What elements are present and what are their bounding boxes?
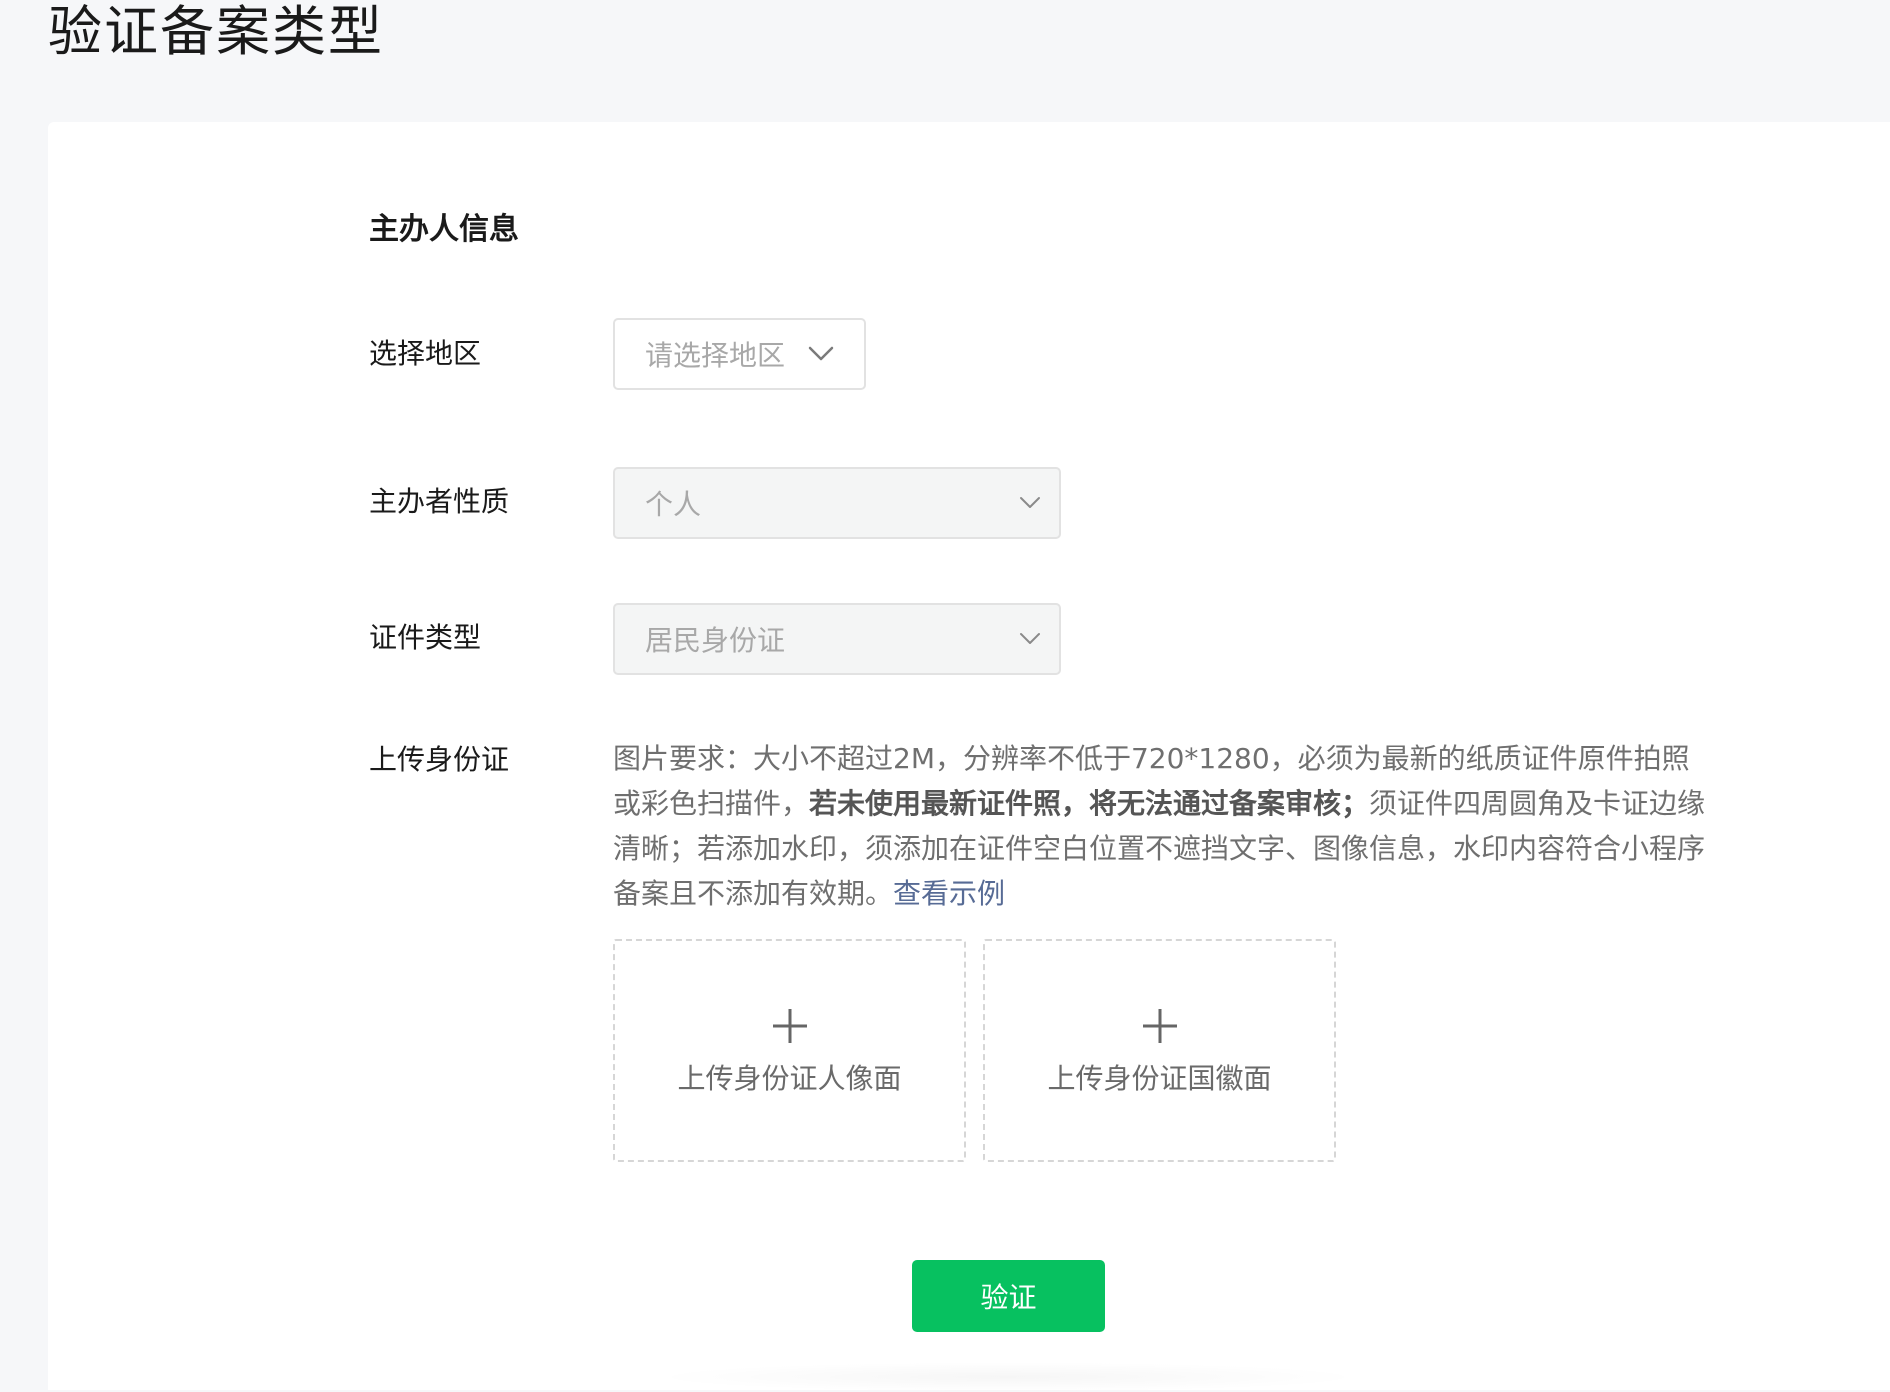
region-select[interactable]: 请选择地区 bbox=[613, 318, 866, 390]
upload-id-back-label: 上传身份证国徽面 bbox=[1047, 1062, 1272, 1095]
upload-requirements: 图片要求：大小不超过2M，分辨率不低于720*1280，必须为最新的纸质证件原件… bbox=[613, 736, 1713, 916]
form-card: 主办人信息 选择地区 请选择地区 主办者性质 个人 证件类型 居民身份证 上传身… bbox=[48, 122, 1890, 1392]
id-type-label: 证件类型 bbox=[369, 621, 482, 654]
bottom-shadow bbox=[648, 1362, 1368, 1392]
upload-id-front[interactable]: 上传身份证人像面 bbox=[613, 939, 966, 1162]
chevron-down-icon bbox=[1020, 633, 1040, 644]
chevron-down-icon bbox=[1020, 497, 1040, 508]
plus-icon bbox=[772, 1009, 807, 1043]
plus-icon bbox=[1142, 1009, 1177, 1043]
page-title: 验证备案类型 bbox=[48, 0, 384, 63]
organizer-nature-select[interactable]: 个人 bbox=[613, 467, 1061, 539]
id-type-select[interactable]: 居民身份证 bbox=[613, 603, 1061, 675]
section-title: 主办人信息 bbox=[369, 212, 519, 247]
organizer-nature-value: 个人 bbox=[645, 488, 702, 521]
upload-id-label: 上传身份证 bbox=[369, 743, 510, 776]
view-example-link[interactable]: 查看示例 bbox=[893, 877, 1005, 910]
organizer-nature-label: 主办者性质 bbox=[369, 485, 510, 518]
region-select-placeholder: 请选择地区 bbox=[645, 339, 786, 372]
chevron-down-icon bbox=[808, 346, 834, 361]
region-label: 选择地区 bbox=[369, 337, 482, 370]
upload-id-front-label: 上传身份证人像面 bbox=[677, 1062, 902, 1095]
verify-button[interactable]: 验证 bbox=[912, 1260, 1105, 1332]
id-type-value: 居民身份证 bbox=[645, 624, 786, 657]
upload-requirements-warning: 若未使用最新证件照，将无法通过备案审核； bbox=[809, 787, 1370, 820]
upload-id-back[interactable]: 上传身份证国徽面 bbox=[983, 939, 1336, 1162]
